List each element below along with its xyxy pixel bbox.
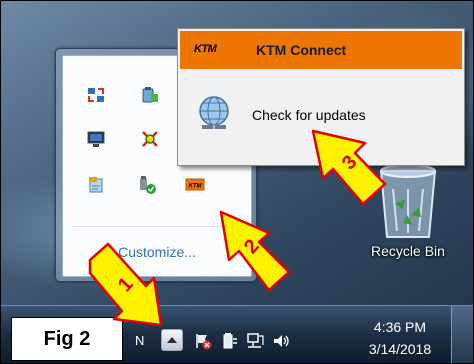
callout-arrow-2: 2 — [219, 210, 291, 292]
desktop-screenshot: Recycle Bin KTM Customize... KTM KTM Con… — [0, 0, 474, 364]
annotation-layer: 1 2 3 — [88, 129, 387, 327]
callout-arrow-1: 1 — [88, 242, 163, 327]
callout-arrow-3: 3 — [311, 129, 387, 206]
